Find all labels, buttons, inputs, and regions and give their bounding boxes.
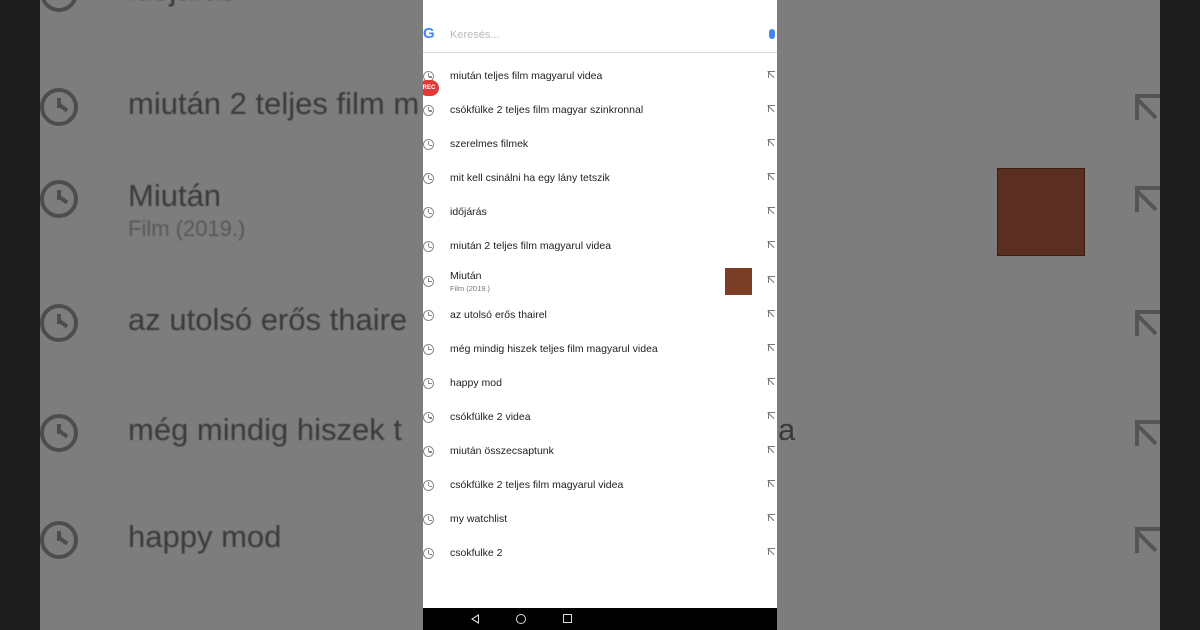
history-clock-icon (423, 377, 434, 389)
suggestion-item[interactable]: még mindig hiszek teljes film magyarul v… (423, 333, 777, 367)
suggestion-item[interactable]: időjárás (423, 196, 777, 230)
bg-row-title: időjárás (128, 0, 237, 22)
left-letterbox (0, 0, 40, 630)
suggestion-label: szerelmes filmek (450, 138, 529, 151)
history-clock-icon (423, 309, 434, 321)
fill-query-arrow-icon[interactable] (768, 548, 775, 556)
suggestion-sublabel: Film (2019.) (450, 283, 491, 293)
fill-query-arrow-icon[interactable] (768, 411, 775, 419)
suggestion-label: miután 2 teljes film magyarul videa (450, 240, 612, 253)
suggestion-item[interactable]: mit kell csinálni ha egy lány tetszik (423, 162, 777, 196)
fill-arrow-icon (1135, 186, 1160, 212)
suggestion-item[interactable]: csókfülke 2 teljes film magyar szinkronn… (423, 94, 777, 128)
fill-arrow-icon (1135, 527, 1160, 553)
right-letterbox (1160, 0, 1200, 630)
fill-arrow-icon (1135, 310, 1160, 336)
bg-row-subtitle: Film (2019.) (128, 216, 246, 241)
bg-row-title: még mindig hiszek t (128, 412, 402, 447)
suggestion-label: miután összecsaptunk (450, 445, 554, 458)
suggestion-label: csokfulke 2 (450, 547, 503, 560)
suggestion-label: happy mod (450, 376, 502, 389)
fill-query-arrow-icon[interactable] (768, 275, 775, 283)
fill-arrow-icon (1135, 420, 1160, 446)
clock-icon (40, 0, 78, 12)
search-input[interactable] (450, 26, 730, 44)
back-icon[interactable] (471, 614, 479, 624)
fill-query-arrow-icon[interactable] (768, 71, 775, 78)
suggestion-label: az utolsó erős thairel (450, 308, 547, 321)
fill-query-arrow-icon[interactable] (768, 173, 775, 181)
clock-icon (40, 180, 78, 218)
fill-query-arrow-icon[interactable] (768, 139, 775, 147)
fill-query-arrow-icon[interactable] (768, 480, 775, 488)
fill-query-arrow-icon[interactable] (768, 207, 775, 215)
google-logo-icon: G (423, 25, 435, 42)
suggestion-label: időjárás (450, 206, 487, 219)
clock-icon (40, 521, 78, 559)
suggestion-label: csókfülke 2 teljes film magyar szinkronn… (450, 104, 644, 117)
fill-query-arrow-icon[interactable] (768, 446, 775, 454)
suggestion-label: my watchlist (450, 513, 508, 526)
clock-icon (40, 88, 78, 126)
bg-row-title: miután 2 teljes film m (128, 86, 420, 121)
movie-thumbnail (725, 267, 752, 295)
suggestion-label: még mindig hiszek teljes film magyarul v… (450, 342, 658, 355)
clock-icon (40, 304, 78, 342)
home-icon[interactable] (516, 614, 526, 624)
recent-apps-icon[interactable] (563, 614, 572, 623)
suggestion-label: mit kell csinálni ha egy lány tetszik (450, 172, 610, 185)
suggestion-item[interactable]: miután teljes film magyarul videa (423, 60, 777, 94)
suggestion-label: csókfülke 2 videa (450, 410, 531, 423)
microphone-icon[interactable] (769, 29, 775, 39)
bg-text-fragment: a (778, 412, 796, 447)
bg-row-title: az utolsó erős thaire (128, 302, 408, 337)
suggestion-item[interactable]: csókfülke 2 videa (423, 401, 777, 435)
suggestion-item[interactable]: csókfülke 2 teljes film magyarul videa (423, 469, 777, 503)
suggestion-item-entity[interactable]: Miután Film (2019.) (423, 265, 777, 299)
suggestion-label: miután teljes film magyarul videa (450, 70, 603, 82)
fill-query-arrow-icon[interactable] (768, 377, 775, 385)
fill-query-arrow-icon[interactable] (768, 309, 775, 317)
recording-badge: REC (423, 80, 439, 96)
history-clock-icon (423, 480, 434, 492)
fill-query-arrow-icon[interactable] (768, 241, 775, 249)
history-clock-icon (423, 343, 434, 355)
clock-icon (40, 414, 78, 452)
fill-query-arrow-icon[interactable] (768, 105, 775, 113)
suggestion-label: Miután (450, 269, 482, 282)
fill-query-arrow-icon[interactable] (768, 343, 775, 351)
suggestion-item[interactable]: my watchlist (423, 503, 777, 537)
history-clock-icon (423, 241, 434, 253)
android-nav-bar (423, 608, 777, 630)
fill-arrow-icon (1135, 94, 1160, 120)
suggestion-item[interactable]: miután 2 teljes film magyarul videa (423, 230, 777, 264)
suggestion-item[interactable]: az utolsó erős thairel (423, 299, 777, 333)
suggestion-item[interactable]: happy mod (423, 367, 777, 401)
history-clock-icon (423, 411, 434, 423)
suggestion-item[interactable]: miután összecsaptunk (423, 435, 777, 469)
phone-screen: G miután teljes film magyarul videa csók… (423, 0, 777, 630)
history-clock-icon (423, 173, 434, 185)
history-clock-icon (423, 275, 434, 287)
history-clock-icon (423, 139, 434, 151)
history-clock-icon (423, 105, 434, 117)
suggestion-item[interactable]: csokfulke 2 (423, 537, 777, 571)
history-clock-icon (423, 548, 434, 560)
history-clock-icon (423, 514, 434, 526)
fill-query-arrow-icon[interactable] (768, 514, 775, 522)
history-clock-icon (423, 207, 434, 219)
bg-row-title: happy mod (128, 519, 282, 554)
suggestion-label: csókfülke 2 teljes film magyarul videa (450, 479, 624, 492)
search-bar[interactable]: G (423, 20, 777, 53)
suggestion-list: miután teljes film magyarul videa csókfü… (423, 60, 777, 571)
suggestion-item[interactable]: szerelmes filmek (423, 128, 777, 162)
history-clock-icon (423, 446, 434, 458)
bg-thumbnail (997, 168, 1085, 256)
